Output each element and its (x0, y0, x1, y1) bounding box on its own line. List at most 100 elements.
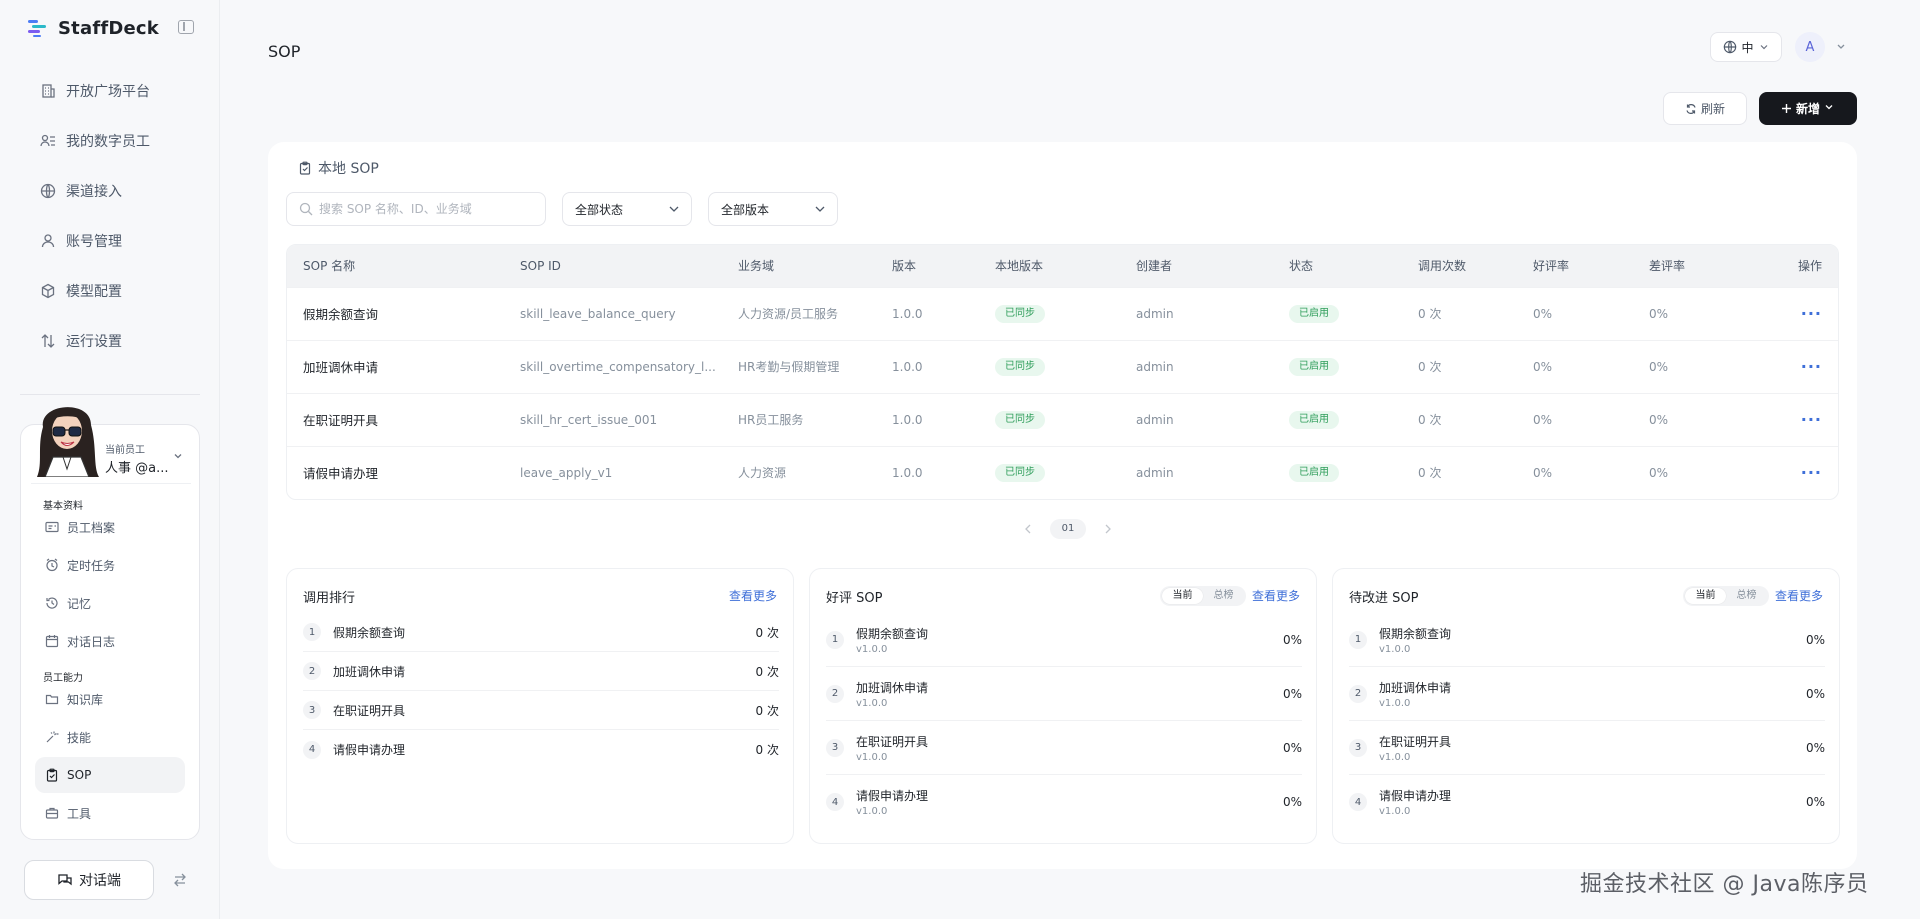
sidebar-collapse-icon[interactable] (178, 20, 194, 34)
more-icon[interactable]: ··· (1801, 463, 1822, 482)
table-row[interactable]: 请假申请办理 leave_apply_v1 人力资源 1.0.0 已同步 adm… (287, 445, 1838, 499)
clipboard-icon (45, 768, 59, 782)
column-header[interactable]: 好评率 (1517, 245, 1633, 287)
column-header[interactable]: SOP 名称 (287, 245, 504, 287)
rate-value: 0% (1805, 632, 1825, 647)
list-item[interactable]: 3 在职证明开具 v1.0.0 0% (1349, 721, 1825, 775)
segment-current[interactable]: 当前 (1685, 588, 1726, 604)
cell-creator: admin (1120, 286, 1273, 340)
cell-calls: 0 次 (1402, 392, 1517, 446)
swap-icon[interactable] (172, 872, 188, 888)
sub-item-tools[interactable]: 工具 (35, 795, 185, 831)
segment-total[interactable]: 总榜 (1726, 588, 1767, 604)
cell-name[interactable]: 在职证明开具 (287, 392, 504, 446)
table-row[interactable]: 在职证明开具 skill_hr_cert_issue_001 HR员工服务 1.… (287, 392, 1838, 446)
list-item[interactable]: 4 请假申请办理 v1.0.0 0% (826, 775, 1302, 829)
nav-item-open-plaza[interactable]: 开放广场平台 (20, 66, 202, 116)
table-row[interactable]: 假期余额查询 skill_leave_balance_query 人力资源/员工… (287, 286, 1838, 340)
list-item[interactable]: 3 在职证明开具 0 次 (303, 691, 779, 730)
list-item[interactable]: 1 假期余额查询 0 次 (303, 613, 779, 652)
panel-title: 好评 SOP (826, 591, 883, 606)
cell-name[interactable]: 请假申请办理 (287, 445, 504, 499)
cell-domain: HR员工服务 (722, 392, 876, 446)
chevron-down-icon[interactable] (1836, 43, 1846, 51)
segment-current[interactable]: 当前 (1162, 588, 1203, 604)
cell-name[interactable]: 加班调休申请 (287, 339, 504, 393)
rank-name: 加班调休申请 (333, 664, 406, 679)
list-item[interactable]: 2 加班调休申请 v1.0.0 0% (826, 667, 1302, 721)
column-header[interactable]: SOP ID (504, 245, 722, 287)
nav-item-runtime[interactable]: 运行设置 (20, 316, 202, 366)
nav-item-channels[interactable]: 渠道接入 (20, 166, 202, 216)
cell-good-rate: 0% (1517, 445, 1633, 499)
column-header[interactable]: 调用次数 (1402, 245, 1517, 287)
chevron-down-icon (815, 206, 825, 212)
sub-item-skills[interactable]: 技能 (35, 719, 185, 755)
nav-item-accounts[interactable]: 账号管理 (20, 216, 202, 266)
see-more-link[interactable]: 查看更多 (1252, 587, 1300, 604)
nav-item-models[interactable]: 模型配置 (20, 266, 202, 316)
column-header[interactable]: 版本 (876, 245, 979, 287)
column-header[interactable]: 差评率 (1633, 245, 1753, 287)
sub-item-label: 记忆 (67, 596, 92, 611)
cell-actions: ··· (1753, 339, 1838, 393)
sop-version: v1.0.0 (856, 643, 888, 655)
nav-item-my-employees[interactable]: 我的数字员工 (20, 116, 202, 166)
employee-meta[interactable]: 当前员工 人事 @a... (105, 441, 175, 476)
status-badge: 已启用 (1289, 304, 1339, 323)
version-select[interactable]: 全部版本 (708, 192, 838, 226)
sub-item-profile[interactable]: 员工档案 (35, 509, 185, 545)
cell-creator: admin (1120, 392, 1273, 446)
list-item[interactable]: 2 加班调休申请 v1.0.0 0% (1349, 667, 1825, 721)
sop-version: v1.0.0 (1379, 751, 1411, 763)
sub-item-memory[interactable]: 记忆 (35, 585, 185, 621)
chevron-right-icon[interactable] (1098, 519, 1118, 539)
list-item[interactable]: 1 假期余额查询 v1.0.0 0% (826, 613, 1302, 667)
more-icon[interactable]: ··· (1801, 410, 1822, 429)
sub-item-sop[interactable]: SOP (35, 757, 185, 793)
column-header[interactable]: 创建者 (1120, 245, 1273, 287)
refresh-button[interactable]: 刷新 (1663, 92, 1747, 125)
see-more-link[interactable]: 查看更多 (1775, 587, 1823, 604)
chevron-left-icon[interactable] (1018, 519, 1038, 539)
employee-avatar[interactable] (33, 397, 103, 477)
search-input[interactable] (319, 202, 539, 216)
add-button[interactable]: 新增 (1759, 92, 1857, 125)
cell-domain: 人力资源 (722, 445, 876, 499)
cell-status: 已启用 (1273, 339, 1402, 393)
status-select[interactable]: 全部状态 (562, 192, 692, 226)
nav-label: 模型配置 (66, 284, 122, 300)
cell-name[interactable]: 假期余额查询 (287, 286, 504, 340)
cell-status: 已启用 (1273, 445, 1402, 499)
sop-version: v1.0.0 (856, 751, 888, 763)
column-header[interactable]: 本地版本 (979, 245, 1120, 287)
column-header[interactable]: 状态 (1273, 245, 1402, 287)
list-item[interactable]: 4 请假申请办理 v1.0.0 0% (1349, 775, 1825, 829)
list-item[interactable]: 2 加班调休申请 0 次 (303, 652, 779, 691)
sub-item-knowledge[interactable]: 知识库 (35, 681, 185, 717)
user-avatar[interactable]: A (1795, 32, 1825, 62)
brand[interactable]: StaffDeck (28, 16, 159, 40)
cell-calls: 0 次 (1402, 445, 1517, 499)
see-more-link[interactable]: 查看更多 (729, 587, 777, 604)
page-number[interactable]: 01 (1050, 519, 1086, 539)
card-header: 本地 SOP (298, 158, 379, 178)
chevron-down-icon[interactable] (173, 451, 183, 461)
list-item[interactable]: 1 假期余额查询 v1.0.0 0% (1349, 613, 1825, 667)
sub-item-schedule[interactable]: 定时任务 (35, 547, 185, 583)
sub-item-chat-log[interactable]: 对话日志 (35, 623, 185, 659)
rate-value: 0% (1282, 740, 1302, 755)
chat-client-button[interactable]: 对话端 (24, 860, 154, 900)
more-icon[interactable]: ··· (1801, 304, 1822, 323)
sop-name: 假期余额查询 (1379, 626, 1452, 641)
cell-local-version: 已同步 (979, 339, 1120, 393)
column-header[interactable]: 业务域 (722, 245, 876, 287)
list-item[interactable]: 3 在职证明开具 v1.0.0 0% (826, 721, 1302, 775)
cell-version: 1.0.0 (876, 445, 979, 499)
language-switcher[interactable]: 中 (1710, 32, 1782, 62)
segment-total[interactable]: 总榜 (1203, 588, 1244, 604)
list-item[interactable]: 4 请假申请办理 0 次 (303, 730, 779, 769)
more-icon[interactable]: ··· (1801, 357, 1822, 376)
search-box[interactable] (286, 192, 546, 226)
table-row[interactable]: 加班调休申请 skill_overtime_compensatory_l... … (287, 339, 1838, 393)
